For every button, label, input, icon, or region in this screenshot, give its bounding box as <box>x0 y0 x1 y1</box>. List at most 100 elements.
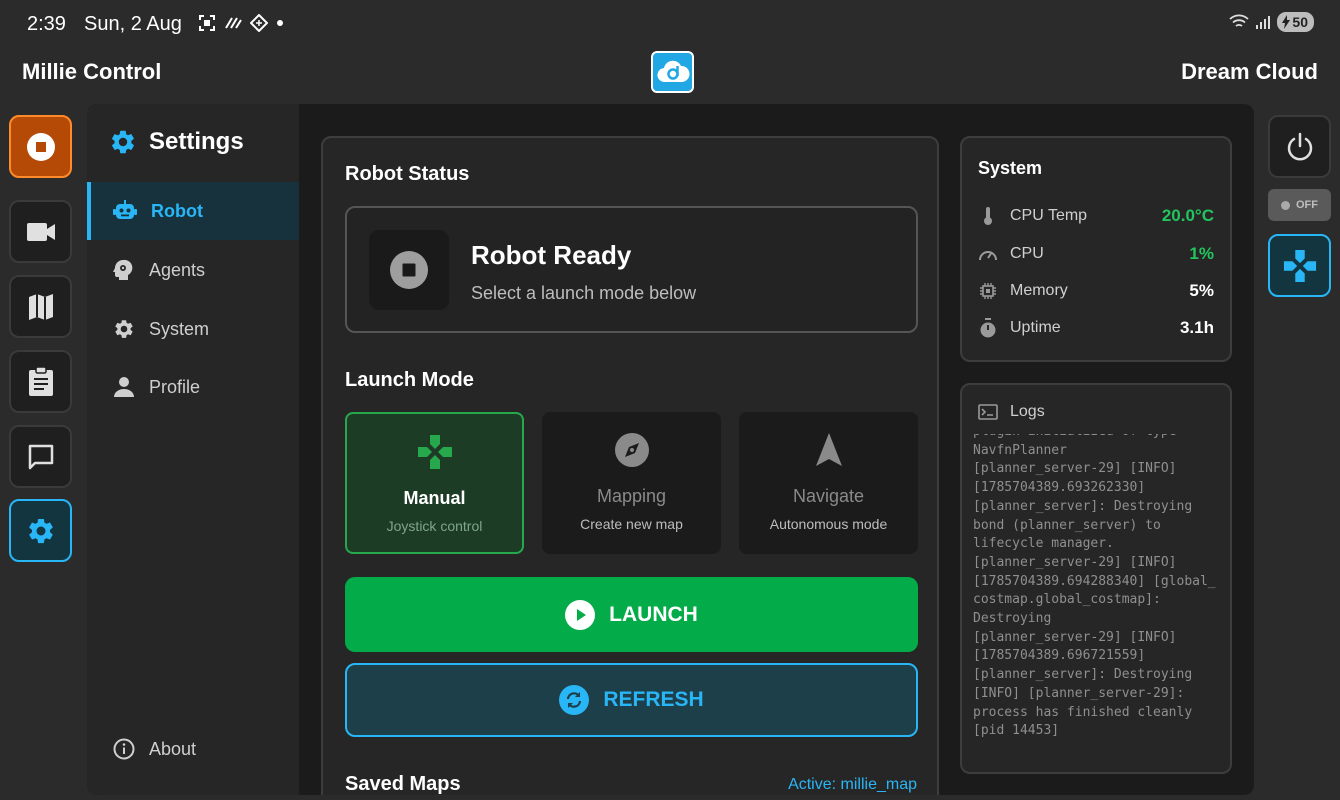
logs-title: Logs <box>1010 403 1045 420</box>
timer-icon <box>980 318 996 338</box>
navigation-arrow-icon <box>815 433 842 466</box>
nav-item-about[interactable]: About <box>87 720 299 778</box>
compass-icon <box>614 433 649 467</box>
mode-name-mapping: Mapping <box>596 486 667 506</box>
robot-settings-content: Robot Status Robot Ready Select a launch… <box>321 136 939 795</box>
chat-icon <box>28 444 53 469</box>
sys-row-memory: Memory 5% <box>978 279 1214 303</box>
mode-card-manual[interactable]: Manual Joystick control <box>345 412 524 554</box>
mode-desc-manual: Joystick control <box>386 518 483 534</box>
gear-icon <box>112 130 134 154</box>
mode-name-navigate: Navigate <box>792 486 865 506</box>
nav-label-agents: Agents <box>149 259 206 280</box>
logs-text: plugin initialized of type NavfnPlanner … <box>973 434 1216 739</box>
stop-icon <box>26 132 55 161</box>
battery-indicator: 50 <box>1277 12 1314 32</box>
nav-label-profile: Profile <box>149 376 201 397</box>
saved-maps-title: Saved Maps <box>345 773 461 795</box>
nav-item-agents[interactable]: Agents <box>87 241 299 299</box>
rail-map-button[interactable] <box>9 275 72 338</box>
rail-tasks-button[interactable] <box>9 350 72 413</box>
mode-card-mapping[interactable]: Mapping Create new map <box>542 412 721 554</box>
status-bar: 2:39 Sun, 2 Aug 50 <box>0 0 1340 48</box>
nav-item-profile[interactable]: Profile <box>87 358 299 416</box>
nav-label-system: System <box>149 318 210 339</box>
launch-mode-title: Launch Mode <box>345 369 474 391</box>
wifi-icon <box>1229 14 1250 30</box>
sys-label: CPU Temp <box>1010 207 1088 224</box>
speedometer-icon <box>979 251 997 261</box>
system-card: System CPU Temp 20.0°C CPU 1% Memory 5% … <box>960 136 1232 362</box>
launch-button[interactable]: LAUNCH <box>345 577 918 652</box>
robot-status-title: Robot Status <box>345 163 470 185</box>
gamepad-icon <box>417 435 452 469</box>
thermometer-icon <box>984 207 992 225</box>
app-title: Millie Control <box>22 59 162 84</box>
battery-level: 50 <box>1292 14 1308 30</box>
rail-camera-button[interactable] <box>9 200 72 263</box>
sys-label: Uptime <box>1010 319 1061 336</box>
sys-row-uptime: Uptime 3.1h <box>978 316 1214 340</box>
system-title: System <box>978 158 1043 178</box>
stop-icon <box>390 251 428 289</box>
screenshot-icon <box>198 14 216 32</box>
status-time: 2:39 <box>27 13 66 35</box>
nav-label-robot: Robot <box>151 200 203 221</box>
mode-desc-mapping: Create new map <box>580 516 683 532</box>
toggle-label: OFF <box>1296 199 1318 211</box>
power-button[interactable] <box>1268 115 1331 178</box>
refresh-label: REFRESH <box>603 688 704 711</box>
signal-lines-icon <box>224 16 242 30</box>
person-icon <box>114 377 134 397</box>
head-gear-icon <box>113 259 133 280</box>
play-icon <box>565 599 596 630</box>
settings-title: Settings <box>149 128 244 155</box>
refresh-button[interactable]: REFRESH <box>345 663 918 737</box>
camera-icon <box>26 222 55 241</box>
gear-icon <box>28 518 53 543</box>
dot-icon <box>276 19 284 27</box>
settings-sidebar: Settings Robot Agents System Profile Abo… <box>87 104 299 795</box>
refresh-icon <box>559 685 590 715</box>
mode-card-navigate[interactable]: Navigate Autonomous mode <box>739 412 918 554</box>
cell-signal-icon <box>1255 14 1271 30</box>
cloud-logo-icon <box>651 51 694 93</box>
active-map-label[interactable]: Active: millie_map <box>788 776 917 794</box>
logs-scroll-area[interactable]: plugin initialized of type NavfnPlanner … <box>973 434 1223 749</box>
emergency-stop-button[interactable] <box>9 115 72 178</box>
status-date: Sun, 2 Aug <box>84 13 182 35</box>
main-panel: Settings Robot Agents System Profile Abo… <box>87 104 1254 795</box>
sys-row-cpu-temp: CPU Temp 20.0°C <box>978 204 1214 228</box>
status-icon-box <box>369 230 449 310</box>
rail-chat-button[interactable] <box>9 425 72 488</box>
logs-card: Logs plugin initialized of type NavfnPla… <box>960 383 1232 774</box>
sys-value: 5% <box>1189 281 1214 300</box>
robot-status-heading: Robot Ready <box>471 240 632 270</box>
nav-item-system[interactable]: System <box>87 300 299 358</box>
sys-value: 20.0°C <box>1161 206 1214 225</box>
robot-icon <box>113 200 137 219</box>
joystick-button[interactable] <box>1268 234 1331 297</box>
toggle-dot-icon <box>1281 200 1290 210</box>
terminal-icon <box>978 404 998 420</box>
system-tray: 50 <box>1229 12 1314 32</box>
sys-value: 1% <box>1189 244 1214 263</box>
robot-status-card: Robot Ready Select a launch mode below <box>345 206 918 333</box>
rail-settings-button[interactable] <box>9 499 72 562</box>
chip-icon <box>980 283 996 299</box>
diamond-icon <box>250 14 268 32</box>
charging-icon <box>1282 15 1291 29</box>
launch-label: LAUNCH <box>609 602 698 626</box>
off-toggle[interactable]: OFF <box>1268 189 1331 221</box>
info-icon <box>113 738 135 760</box>
sys-row-cpu: CPU 1% <box>978 242 1214 266</box>
sys-label: Memory <box>1010 282 1068 299</box>
mode-name-manual: Manual <box>403 488 466 508</box>
sys-value: 3.1h <box>1179 318 1214 337</box>
nav-label-about: About <box>149 738 197 759</box>
nav-item-robot[interactable]: Robot <box>87 182 299 240</box>
settings-header: Settings <box>109 128 244 156</box>
gamepad-icon <box>1283 249 1316 282</box>
cloud-name: Dream Cloud <box>1181 59 1318 84</box>
notification-icons <box>198 14 284 32</box>
